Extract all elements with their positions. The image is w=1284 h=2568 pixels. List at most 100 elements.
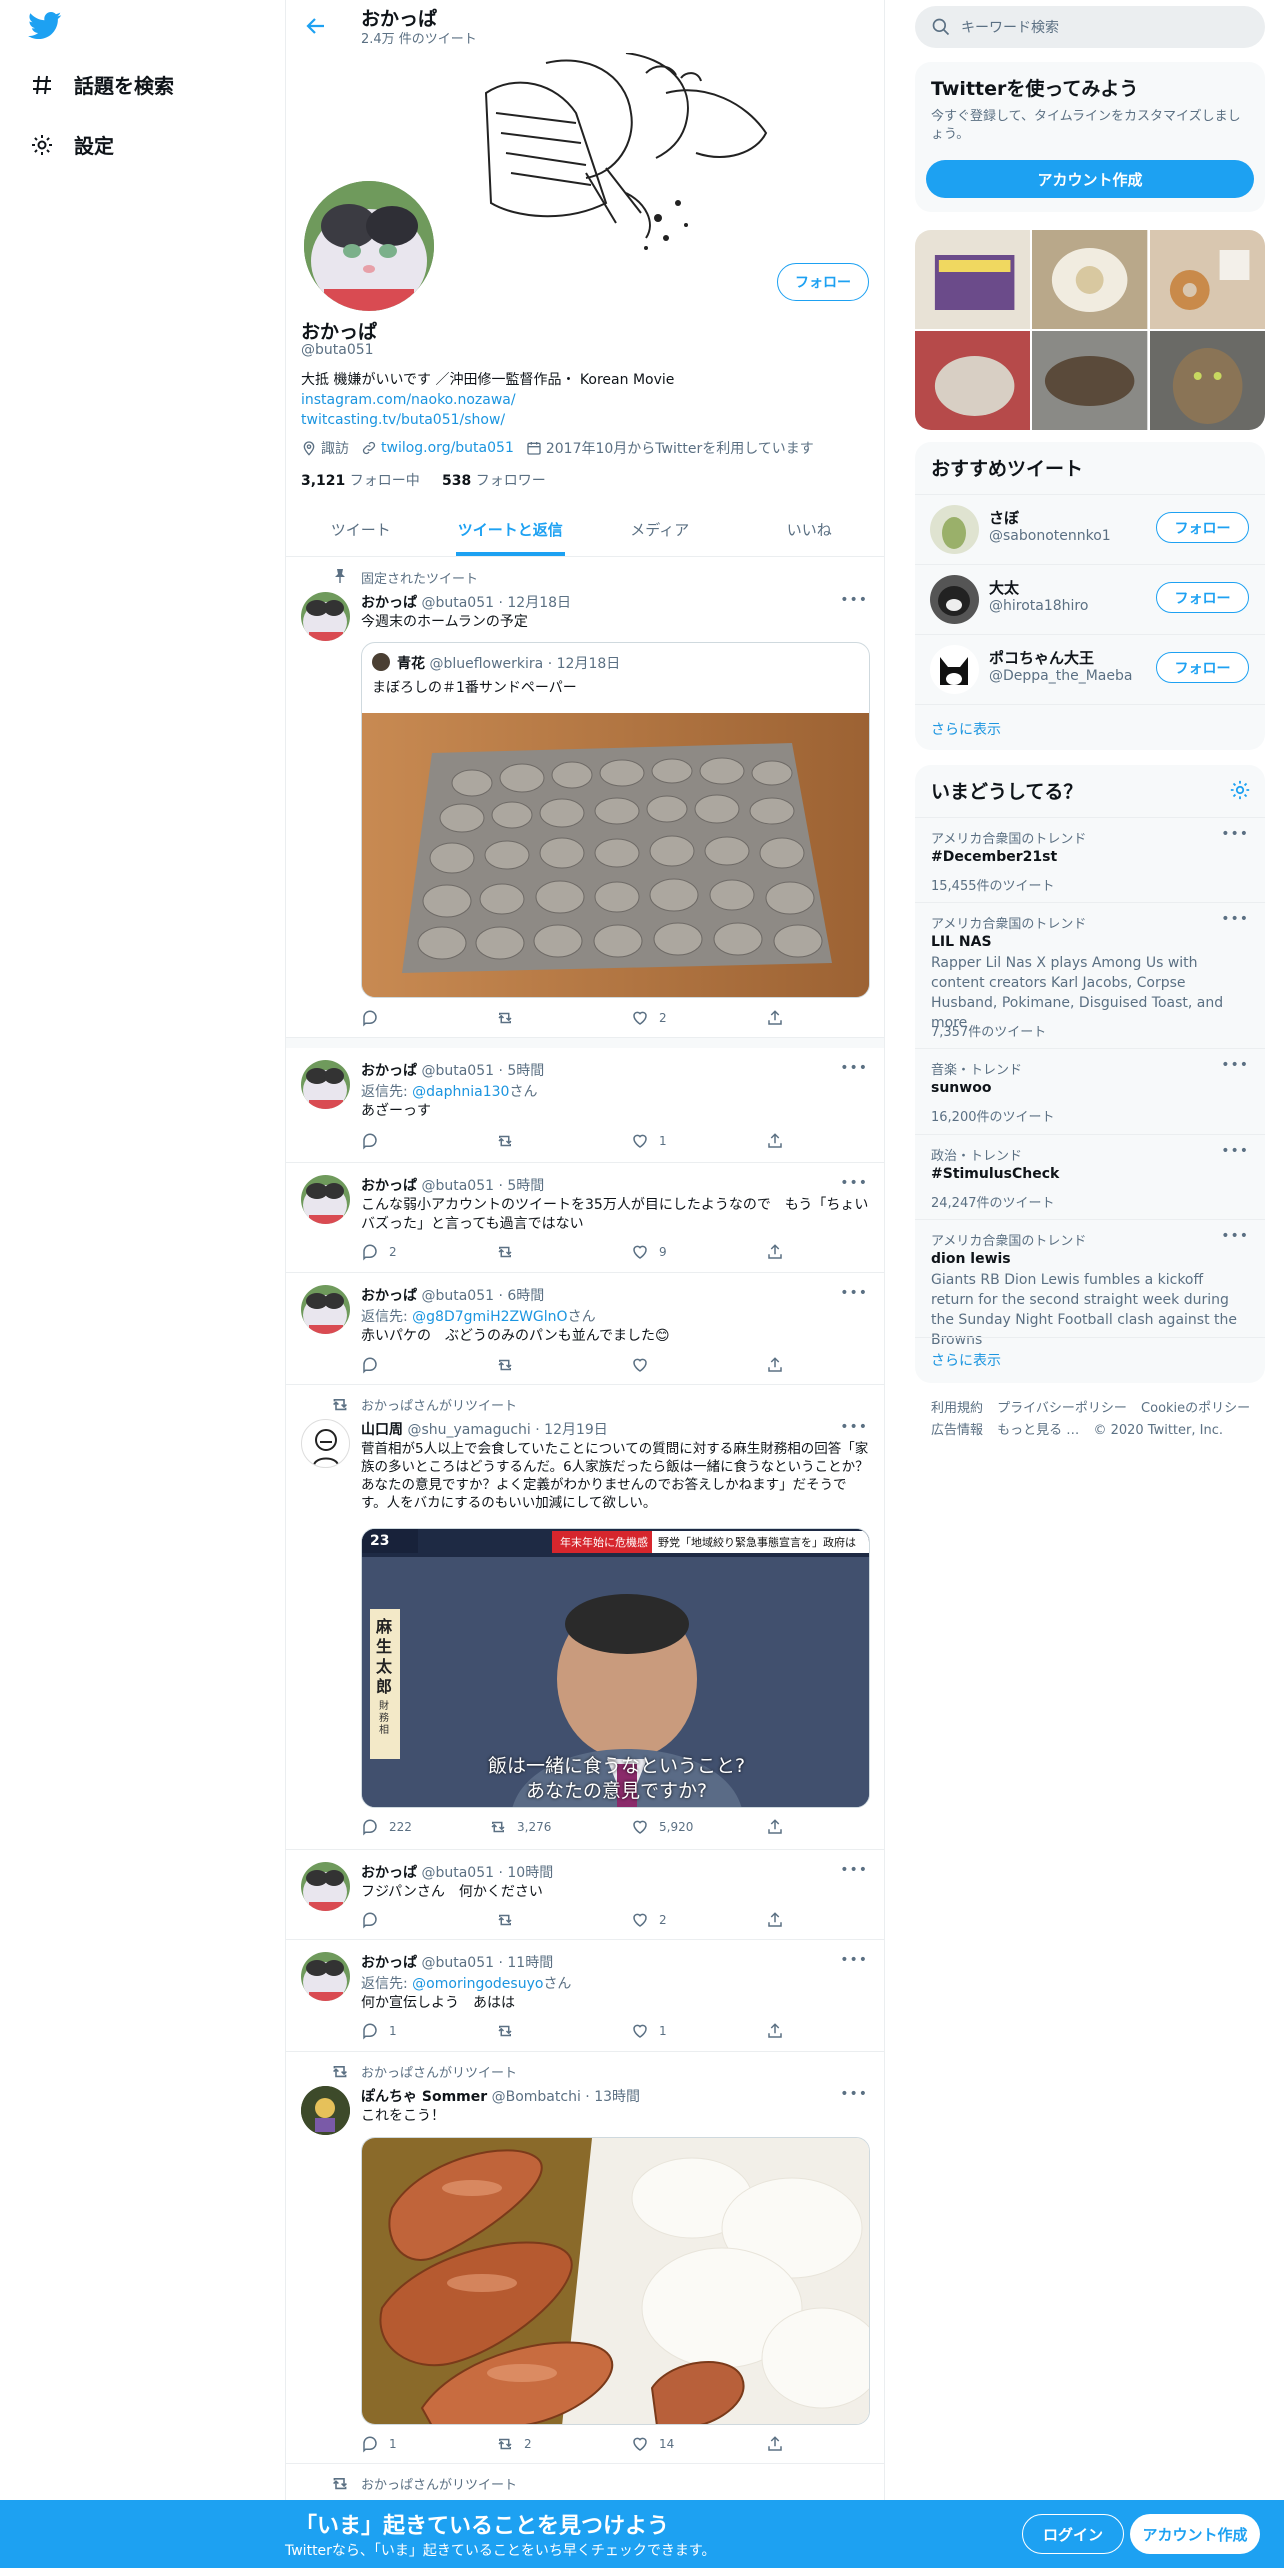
- like-button[interactable]: 1: [631, 1132, 667, 1150]
- tweet-avatar[interactable]: [301, 1175, 350, 1224]
- recommend-follow-button[interactable]: フォロー: [1156, 582, 1249, 613]
- reply-button[interactable]: [361, 1356, 389, 1374]
- more-options-icon[interactable]: •••: [840, 1175, 868, 1191]
- tab-media[interactable]: メディア: [585, 503, 735, 556]
- reply-button[interactable]: 222: [361, 1818, 412, 1836]
- trend-more-icon[interactable]: •••: [1221, 826, 1249, 842]
- footer-privacy[interactable]: プライバシーポリシー: [997, 1398, 1127, 1420]
- reply-button[interactable]: 2: [361, 1243, 397, 1261]
- tweet-reply[interactable]: おかっぱ @buta051 · 6時間 ••• 返信先: @g8D7gmiH2Z…: [286, 1273, 884, 1385]
- trends-more-link[interactable]: さらに表示: [931, 1350, 1001, 1370]
- recommend-user[interactable]: 大太 @hirota18hiro フォロー: [915, 564, 1265, 634]
- photo-thumb[interactable]: [915, 331, 1031, 430]
- recommend-follow-button[interactable]: フォロー: [1156, 652, 1249, 683]
- tweet-avatar[interactable]: [301, 1419, 350, 1468]
- like-button[interactable]: 5,920: [631, 1818, 693, 1836]
- share-button[interactable]: [766, 2022, 784, 2040]
- footer-ads[interactable]: 広告情報: [931, 1420, 983, 1442]
- tweet-image-news[interactable]: 年末年始に危機感 野党「地域絞り緊急事態宣言を」政府は 23 麻生太郎 財務相 …: [361, 1528, 870, 1808]
- website-link[interactable]: twilog.org/buta051: [381, 440, 514, 456]
- tweet[interactable]: おかっぱ @buta051 · 10時間 ••• フジパンさん 何かください 2: [286, 1850, 884, 1940]
- reply-button[interactable]: [361, 1009, 389, 1027]
- search-input[interactable]: キーワード検索: [915, 6, 1265, 48]
- footer-terms[interactable]: 利用規約: [931, 1398, 983, 1420]
- retweet-button[interactable]: [496, 1911, 524, 1929]
- reply-to-link[interactable]: @omoringodesuyo: [412, 1976, 543, 1992]
- trend-item[interactable]: 音楽・トレンド ••• sunwoo 16,200件のツイート: [915, 1048, 1265, 1134]
- retweet-button[interactable]: [496, 1009, 524, 1027]
- reply-button[interactable]: 1: [361, 2435, 397, 2453]
- like-button[interactable]: 14: [631, 2435, 674, 2453]
- tweet-retweet[interactable]: おかっぱさんがリツイート 山口周 @shu_yamaguchi · 12月19日…: [286, 1385, 884, 1850]
- tab-tweets[interactable]: ツイート: [286, 503, 436, 556]
- signup-button[interactable]: アカウント作成: [1130, 2514, 1260, 2554]
- tab-tweets-replies[interactable]: ツイートと返信: [436, 503, 586, 556]
- footer-more[interactable]: もっと見る …: [997, 1420, 1079, 1442]
- share-button[interactable]: [766, 1911, 784, 1929]
- photo-thumb[interactable]: [1149, 230, 1265, 329]
- recommend-avatar[interactable]: [930, 505, 979, 554]
- create-account-button[interactable]: アカウント作成: [926, 160, 1254, 198]
- tweet-avatar[interactable]: [301, 1060, 350, 1109]
- photo-thumb[interactable]: [915, 230, 1031, 329]
- retweet-button[interactable]: 3,276: [489, 1818, 551, 1836]
- more-options-icon[interactable]: •••: [840, 2086, 868, 2102]
- tweet-avatar[interactable]: [301, 1862, 350, 1911]
- more-options-icon[interactable]: •••: [840, 592, 868, 608]
- followers-link[interactable]: 538 フォロワー: [442, 473, 546, 489]
- recommend-more-link[interactable]: さらに表示: [931, 719, 1001, 739]
- retweet-button[interactable]: 2: [496, 2435, 532, 2453]
- profile-avatar[interactable]: [300, 177, 438, 315]
- more-options-icon[interactable]: •••: [840, 1285, 868, 1301]
- reply-button[interactable]: 1: [361, 2022, 397, 2040]
- tweet-avatar[interactable]: [301, 1952, 350, 2001]
- bio-link-twitcasting[interactable]: twitcasting.tv/buta051/show/: [301, 410, 861, 430]
- tweet-retweet[interactable]: おかっぱさんがリツイート ぽんちゃ Sommer @Bombatchi · 13…: [286, 2052, 884, 2464]
- tweet-avatar[interactable]: [301, 2086, 350, 2135]
- retweet-button[interactable]: [496, 2022, 524, 2040]
- retweet-button[interactable]: [496, 1356, 524, 1374]
- trend-more-icon[interactable]: •••: [1221, 911, 1249, 927]
- tweet-pinned[interactable]: 固定されたツイート おかっぱ @buta051 · 12月18日 ••• 今週末…: [286, 558, 884, 1038]
- tweet-reply[interactable]: おかっぱ @buta051 · 11時間 ••• 返信先: @omoringod…: [286, 1940, 884, 2052]
- recommend-user[interactable]: ポコちゃん大王 @Deppa_the_Maeba フォロー: [915, 634, 1265, 704]
- reply-button[interactable]: [361, 1132, 389, 1150]
- recommend-avatar[interactable]: [930, 645, 979, 694]
- follow-button[interactable]: フォロー: [777, 263, 869, 301]
- gear-icon[interactable]: [1229, 779, 1251, 801]
- nav-settings[interactable]: 設定: [28, 130, 114, 159]
- share-button[interactable]: [766, 1243, 784, 1261]
- tweet-avatar[interactable]: [301, 592, 350, 641]
- trend-item[interactable]: アメリカ合衆国のトレンド ••• #December21st 15,455件のツ…: [915, 817, 1265, 902]
- tweet-retweet[interactable]: おかっぱさんがリツイート: [286, 2464, 884, 2500]
- bio-link-instagram[interactable]: instagram.com/naoko.nozawa/: [301, 390, 861, 410]
- share-button[interactable]: [766, 1818, 784, 1836]
- trend-more-icon[interactable]: •••: [1221, 1228, 1249, 1244]
- like-button[interactable]: 1: [631, 2022, 667, 2040]
- tweet-reply[interactable]: おかっぱ @buta051 · 5時間 ••• 返信先: @daphnia130…: [286, 1048, 884, 1163]
- quote-image-stone-mat[interactable]: [362, 713, 870, 998]
- reply-to-link[interactable]: @daphnia130: [412, 1084, 509, 1100]
- photo-thumb[interactable]: [1032, 230, 1148, 329]
- tab-likes[interactable]: いいね: [735, 503, 885, 556]
- more-options-icon[interactable]: •••: [840, 1952, 868, 1968]
- retweet-button[interactable]: [496, 1243, 524, 1261]
- retweet-button[interactable]: [496, 1132, 524, 1150]
- tweet-image-sausages[interactable]: [361, 2137, 870, 2425]
- recommend-user[interactable]: さぼ @sabonotennko1 フォロー: [915, 494, 1265, 564]
- reply-button[interactable]: [361, 1911, 389, 1929]
- more-options-icon[interactable]: •••: [840, 1060, 868, 1076]
- quoted-tweet[interactable]: 青花 @blueflowerkira · 12月18日 まぼろしの＃1番サンドペ…: [361, 642, 870, 998]
- trend-more-icon[interactable]: •••: [1221, 1057, 1249, 1073]
- like-button[interactable]: [631, 1356, 659, 1374]
- recommend-avatar[interactable]: [930, 575, 979, 624]
- trend-item[interactable]: アメリカ合衆国のトレンド ••• dion lewis Giants RB Di…: [915, 1219, 1265, 1348]
- share-button[interactable]: [766, 1009, 784, 1027]
- trend-item[interactable]: 政治・トレンド ••• #StimulusCheck 24,247件のツイート: [915, 1134, 1265, 1219]
- back-arrow-icon[interactable]: [304, 14, 328, 38]
- footer-cookies[interactable]: Cookieのポリシー: [1141, 1398, 1250, 1420]
- like-button[interactable]: 9: [631, 1243, 667, 1261]
- trend-more-icon[interactable]: •••: [1221, 1143, 1249, 1159]
- tweet[interactable]: おかっぱ @buta051 · 5時間 ••• こんな弱小アカウントのツイートを…: [286, 1163, 884, 1273]
- more-options-icon[interactable]: •••: [840, 1419, 868, 1435]
